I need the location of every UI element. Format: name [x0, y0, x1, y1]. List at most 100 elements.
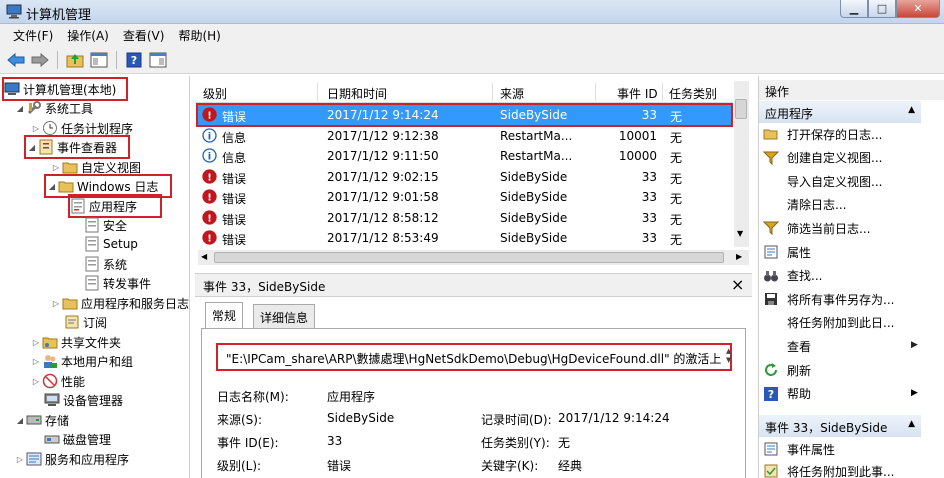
column-source[interactable]: 来源: [500, 85, 524, 102]
show-hide-tree-button[interactable]: [89, 50, 109, 70]
action-item[interactable]: 事件属性: [763, 438, 835, 460]
event-list-vscrollbar[interactable]: ▼: [734, 81, 749, 247]
column-event-id[interactable]: 事件 ID: [617, 85, 658, 102]
event-row[interactable]: ! 错误 2017/1/12 8:53:49 SideBySide 33 无: [198, 228, 731, 248]
back-arrow-icon: [7, 53, 25, 67]
up-level-button[interactable]: [65, 50, 85, 70]
tree-item-subscriptions[interactable]: 订阅: [64, 312, 107, 332]
collapse-arrow-icon[interactable]: ◢: [14, 416, 26, 425]
action-item[interactable]: 将任务附加到此日...: [763, 312, 894, 334]
minimize-button[interactable]: ▁: [840, 0, 868, 18]
tree-item-task-scheduler[interactable]: ▷ 任务计划程序: [30, 118, 133, 138]
vscroll-thumb[interactable]: [735, 99, 747, 119]
action-label: 将所有事件另存为...: [787, 292, 895, 307]
tree-item-system-log[interactable]: 系统: [84, 254, 127, 274]
back-button[interactable]: [6, 50, 26, 70]
tree-item-computer-management[interactable]: 计算机管理(本地): [2, 77, 128, 101]
menu-action[interactable]: 操作(A): [60, 27, 116, 44]
tree-item-shared-folders[interactable]: ▷ 共享文件夹: [30, 332, 121, 352]
expand-arrow-icon[interactable]: ▷: [30, 357, 42, 366]
column-divider[interactable]: [662, 83, 663, 101]
hscroll-thumb[interactable]: [214, 252, 724, 263]
actions-section-event[interactable]: 事件 33，SideBySide ▲: [759, 415, 921, 437]
action-item[interactable]: 导入自定义视图...: [763, 170, 882, 192]
event-row[interactable]: i 信息 2017/1/12 9:11:50 RestartMa... 10000 无: [198, 146, 731, 166]
expand-arrow-icon[interactable]: ▷: [14, 455, 26, 464]
column-task-category[interactable]: 任务类别: [669, 85, 717, 102]
event-list-hscrollbar[interactable]: ◀ ▶: [198, 250, 749, 265]
action-item[interactable]: 查看: [763, 335, 811, 357]
maximize-button[interactable]: □: [868, 0, 896, 18]
action-item[interactable]: 将任务附加到此事...: [763, 460, 894, 478]
tree-item-windows-logs[interactable]: ◢ Windows 日志: [44, 174, 172, 198]
tree-item-event-viewer[interactable]: ◢ 事件查看器: [24, 135, 130, 159]
tree-item-system-tools[interactable]: ◢ 系统工具: [14, 98, 93, 118]
tree-item-storage[interactable]: ◢ 存储: [14, 410, 69, 430]
error-icon: !: [202, 168, 217, 184]
action-item[interactable]: 创建自定义视图...: [763, 147, 882, 169]
expand-arrow-icon[interactable]: ▷: [30, 377, 42, 386]
collapse-arrow-icon[interactable]: ◢: [14, 104, 26, 113]
action-item[interactable]: 刷新: [763, 359, 811, 381]
event-source: SideBySide: [500, 169, 568, 184]
expand-arrow-icon[interactable]: ▷: [30, 338, 42, 347]
tree-item-app-service-logs[interactable]: ▷ 应用程序和服务日志: [50, 293, 189, 313]
column-divider[interactable]: [492, 83, 493, 101]
tree-item-services-apps[interactable]: ▷ 服务和应用程序: [14, 449, 129, 469]
action-item[interactable]: 清除日志...: [763, 194, 846, 216]
event-row[interactable]: ! 错误 2017/1/12 8:58:12 SideBySide 33 无: [198, 208, 731, 228]
tree-item-forwarded-events[interactable]: 转发事件: [84, 273, 151, 293]
tree-item-device-manager[interactable]: 设备管理器: [44, 390, 123, 410]
menu-view[interactable]: 查看(V): [116, 27, 172, 44]
scroll-right-arrow-icon[interactable]: ▶: [736, 252, 742, 261]
scroll-left-arrow-icon[interactable]: ◀: [201, 252, 207, 261]
expand-arrow-icon[interactable]: ▷: [30, 124, 42, 133]
tree-item-custom-views[interactable]: ▷ 自定义视图: [50, 157, 141, 177]
keywords-label: 关键字(K):: [481, 459, 539, 473]
tree-item-security-log[interactable]: 安全: [84, 215, 127, 235]
submenu-arrow-icon[interactable]: ▶: [911, 388, 918, 398]
expand-arrow-icon[interactable]: ▷: [50, 299, 62, 308]
collapse-section-icon[interactable]: ▲: [908, 105, 915, 115]
event-row[interactable]: ! 错误 2017/1/12 9:02:15 SideBySide 33 无: [198, 167, 731, 187]
menu-file[interactable]: 文件(F): [6, 27, 60, 44]
close-button[interactable]: ✕: [896, 0, 940, 18]
action-item[interactable]: 查找...: [763, 265, 822, 287]
tree-item-disk-management[interactable]: 磁盘管理: [44, 429, 111, 449]
scroll-down-arrow-icon[interactable]: ▼: [737, 229, 743, 238]
action-item[interactable]: 筛选当前日志...: [763, 217, 870, 239]
action-pane-button[interactable]: [148, 50, 168, 70]
actions-section-application[interactable]: 应用程序 ▲: [759, 101, 921, 123]
event-row[interactable]: ! 错误 2017/1/12 9:14:24 SideBySide 33 无: [196, 103, 733, 127]
tree-item-setup-log[interactable]: Setup: [84, 234, 138, 254]
tab-general[interactable]: 常规: [205, 302, 244, 328]
menu-help[interactable]: 帮助(H): [171, 27, 227, 44]
forward-button[interactable]: [30, 50, 50, 70]
collapse-arrow-icon[interactable]: ◢: [46, 182, 58, 191]
event-list-header: 级别 日期和时间 来源 事件 ID 任务类别: [195, 81, 733, 103]
binoculars-icon: [764, 270, 778, 282]
tree-item-application-log[interactable]: 应用程序: [68, 194, 162, 218]
action-item[interactable]: 打开保存的日志...: [763, 123, 882, 145]
collapse-arrow-icon[interactable]: ◢: [26, 143, 38, 152]
column-divider[interactable]: [595, 83, 596, 101]
event-row[interactable]: ! 错误 2017/1/12 9:01:58 SideBySide 33 无: [198, 187, 731, 207]
column-datetime[interactable]: 日期和时间: [327, 85, 387, 102]
submenu-arrow-icon[interactable]: ▶: [911, 340, 918, 350]
expand-arrow-icon[interactable]: ▷: [50, 163, 62, 172]
event-message-box[interactable]: "E:\IPCam_share\ARP\數據處理\HgNetSdkDemo\De…: [216, 343, 732, 371]
message-scroll-arrows-icon[interactable]: ▲ ▼: [726, 347, 731, 365]
collapse-section-icon[interactable]: ▲: [908, 419, 915, 429]
close-detail-icon[interactable]: ×: [731, 275, 744, 294]
help-button[interactable]: ?: [124, 50, 144, 70]
column-divider[interactable]: [317, 83, 318, 101]
tree-item-local-users[interactable]: ▷ 本地用户和组: [30, 351, 133, 371]
action-item[interactable]: 属性: [763, 241, 811, 263]
event-row[interactable]: i 信息 2017/1/12 9:12:38 RestartMa... 10001 无: [198, 126, 731, 146]
column-level[interactable]: 级别: [203, 85, 227, 102]
action-item[interactable]: ? 帮助: [763, 383, 811, 405]
tab-details[interactable]: 详细信息: [253, 304, 316, 328]
action-item[interactable]: 将所有事件另存为...: [763, 288, 894, 310]
action-label: 属性: [787, 245, 812, 260]
tree-item-performance[interactable]: ▷ 性能: [30, 371, 85, 391]
